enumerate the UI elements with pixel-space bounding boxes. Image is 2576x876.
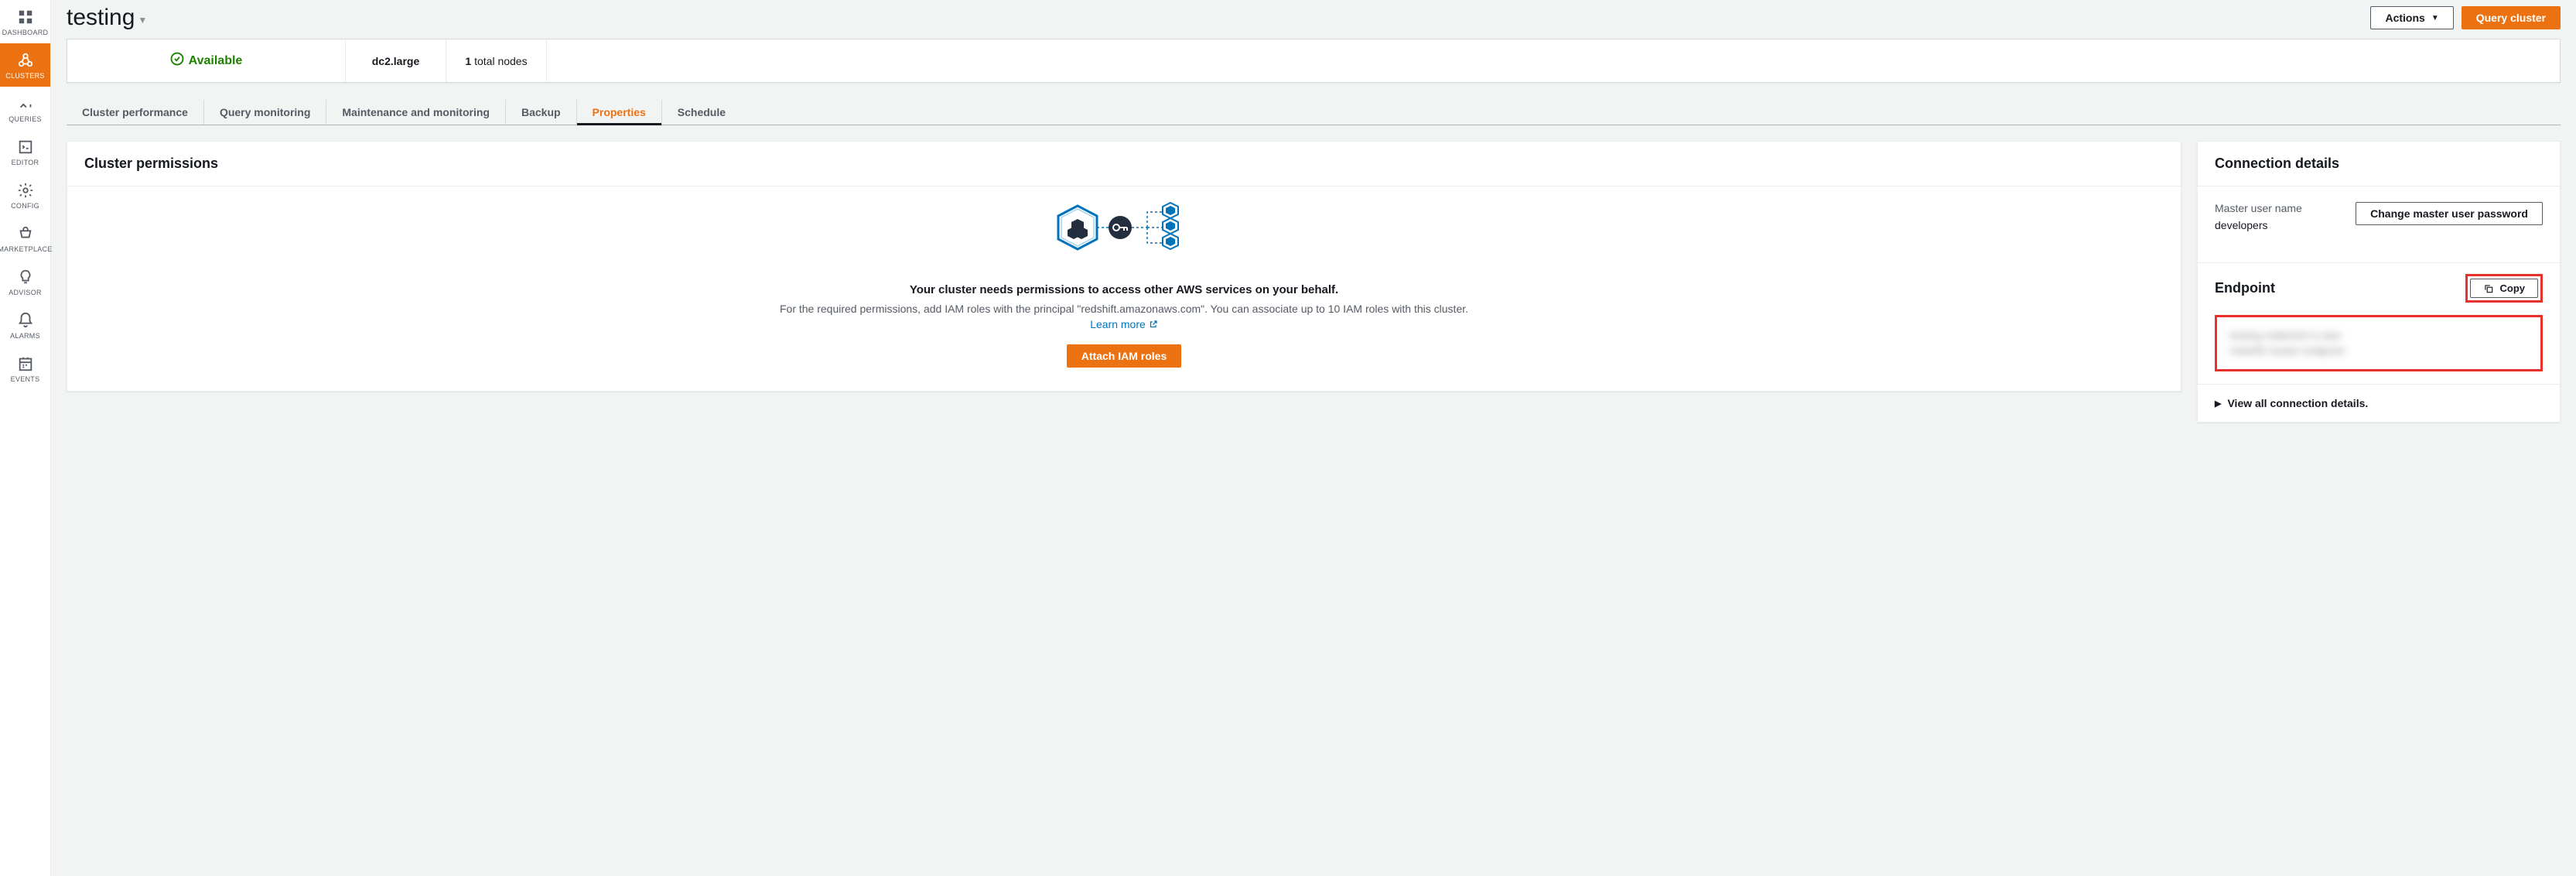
cluster-permissions-panel: Cluster permissions [67,141,2181,392]
clusters-icon [17,52,34,69]
tab-query-monitoring[interactable]: Query monitoring [204,100,326,125]
caret-down-icon[interactable]: ▼ [138,15,147,26]
endpoint-header: Endpoint Copy [2198,262,2560,309]
sidebar-item-editor[interactable]: EDITOR [0,130,50,173]
dashboard-icon [17,9,34,26]
sidebar-item-label: QUERIES [9,115,42,123]
connection-details-panel: Connection details Master user name deve… [2197,141,2561,423]
sidebar-item-label: ADVISOR [9,289,42,296]
sidebar-item-label: DASHBOARD [2,29,49,36]
actions-button[interactable]: Actions ▼ [2370,6,2453,29]
endpoint-title: Endpoint [2215,280,2275,296]
status-spacer [547,39,2560,82]
sidebar-item-alarms[interactable]: ALARMS [0,303,50,347]
sidebar-item-config[interactable]: CONFIG [0,173,50,217]
header-actions: Actions ▼ Query cluster [2370,6,2561,29]
permissions-empty-title: Your cluster needs permissions to access… [91,283,2157,296]
sidebar-item-label: CLUSTERS [5,72,44,80]
learn-more-label: Learn more [1090,318,1146,330]
cluster-name: testing [67,5,135,31]
editor-icon [17,139,34,156]
actions-button-label: Actions [2385,12,2424,24]
tab-properties[interactable]: Properties [577,100,662,125]
tab-schedule[interactable]: Schedule [662,100,741,125]
status-node-type: dc2.large [346,39,446,82]
config-icon [17,182,34,199]
main-content: testing ▼ Actions ▼ Query cluster Availa… [51,0,2576,876]
master-user-value: developers [2215,219,2302,231]
query-cluster-button[interactable]: Query cluster [2462,6,2561,29]
panel-title: Cluster permissions [67,142,2181,186]
permissions-illustration-icon [1035,200,1213,270]
advisor-icon [17,269,34,286]
sidebar-item-dashboard[interactable]: DASHBOARD [0,0,50,43]
node-count-value: 1 [465,55,471,67]
tab-maintenance-monitoring[interactable]: Maintenance and monitoring [326,100,506,125]
view-all-label: View all connection details. [2227,397,2368,409]
queries-icon [17,95,34,112]
copy-endpoint-button[interactable]: Copy [2470,279,2539,298]
learn-more-link[interactable]: Learn more [1090,318,1158,330]
sidebar-item-label: EDITOR [12,159,39,166]
tab-cluster-performance[interactable]: Cluster performance [67,100,204,125]
sidebar-item-advisor[interactable]: ADVISOR [0,260,50,303]
panel-title: Connection details [2198,142,2560,186]
status-availability-label: Available [189,54,243,68]
page-header: testing ▼ Actions ▼ Query cluster [51,0,2576,39]
master-user-label: Master user name [2215,202,2302,214]
copy-icon [2483,283,2494,294]
external-link-icon [1149,320,1158,329]
status-node-count: 1 total nodes [446,39,547,82]
page-title: testing ▼ [67,5,147,31]
view-all-connection-details[interactable]: ▶ View all connection details. [2198,384,2560,422]
marketplace-icon [17,225,34,242]
copy-button-label: Copy [2500,282,2526,294]
sidebar-item-label: ALARMS [10,332,40,340]
master-user-row: Master user name developers Change maste… [2215,202,2543,247]
endpoint-value-redacted: testing redacted rs aws redshift cluster… [2229,328,2528,358]
permissions-empty-state: Your cluster needs permissions to access… [67,186,2181,391]
sidebar-item-clusters[interactable]: CLUSTERS [0,43,50,87]
sidebar-item-label: CONFIG [11,202,39,210]
alarms-icon [17,312,34,329]
sidebar-item-marketplace[interactable]: MARKETPLACE [0,217,50,260]
tabs: Cluster performance Query monitoring Mai… [67,100,2561,125]
node-count-unit: total nodes [474,55,528,67]
caret-down-icon: ▼ [2431,14,2439,22]
content-area: Cluster permissions [51,125,2576,438]
sidebar-item-queries[interactable]: QUERIES [0,87,50,130]
status-bar: Available dc2.large 1 total nodes [67,39,2561,83]
sidebar-item-label: MARKETPLACE [0,245,53,253]
permissions-empty-desc: For the required permissions, add IAM ro… [91,303,2157,315]
connection-body: Master user name developers Change maste… [2198,186,2560,262]
endpoint-value-box: testing redacted rs aws redshift cluster… [2215,315,2543,371]
events-icon [17,355,34,372]
sidebar-item-label: EVENTS [11,375,40,383]
attach-iam-roles-button[interactable]: Attach IAM roles [1067,344,1181,368]
copy-button-highlight: Copy [2465,274,2544,303]
sidebar-item-events[interactable]: EVENTS [0,347,50,390]
left-sidebar: DASHBOARD CLUSTERS QUERIES EDITOR CONFIG… [0,0,51,876]
status-availability: Available [67,39,346,82]
change-master-password-button[interactable]: Change master user password [2356,202,2543,225]
caret-right-icon: ▶ [2215,399,2221,409]
check-circle-icon [170,52,184,70]
tab-backup[interactable]: Backup [506,100,577,125]
